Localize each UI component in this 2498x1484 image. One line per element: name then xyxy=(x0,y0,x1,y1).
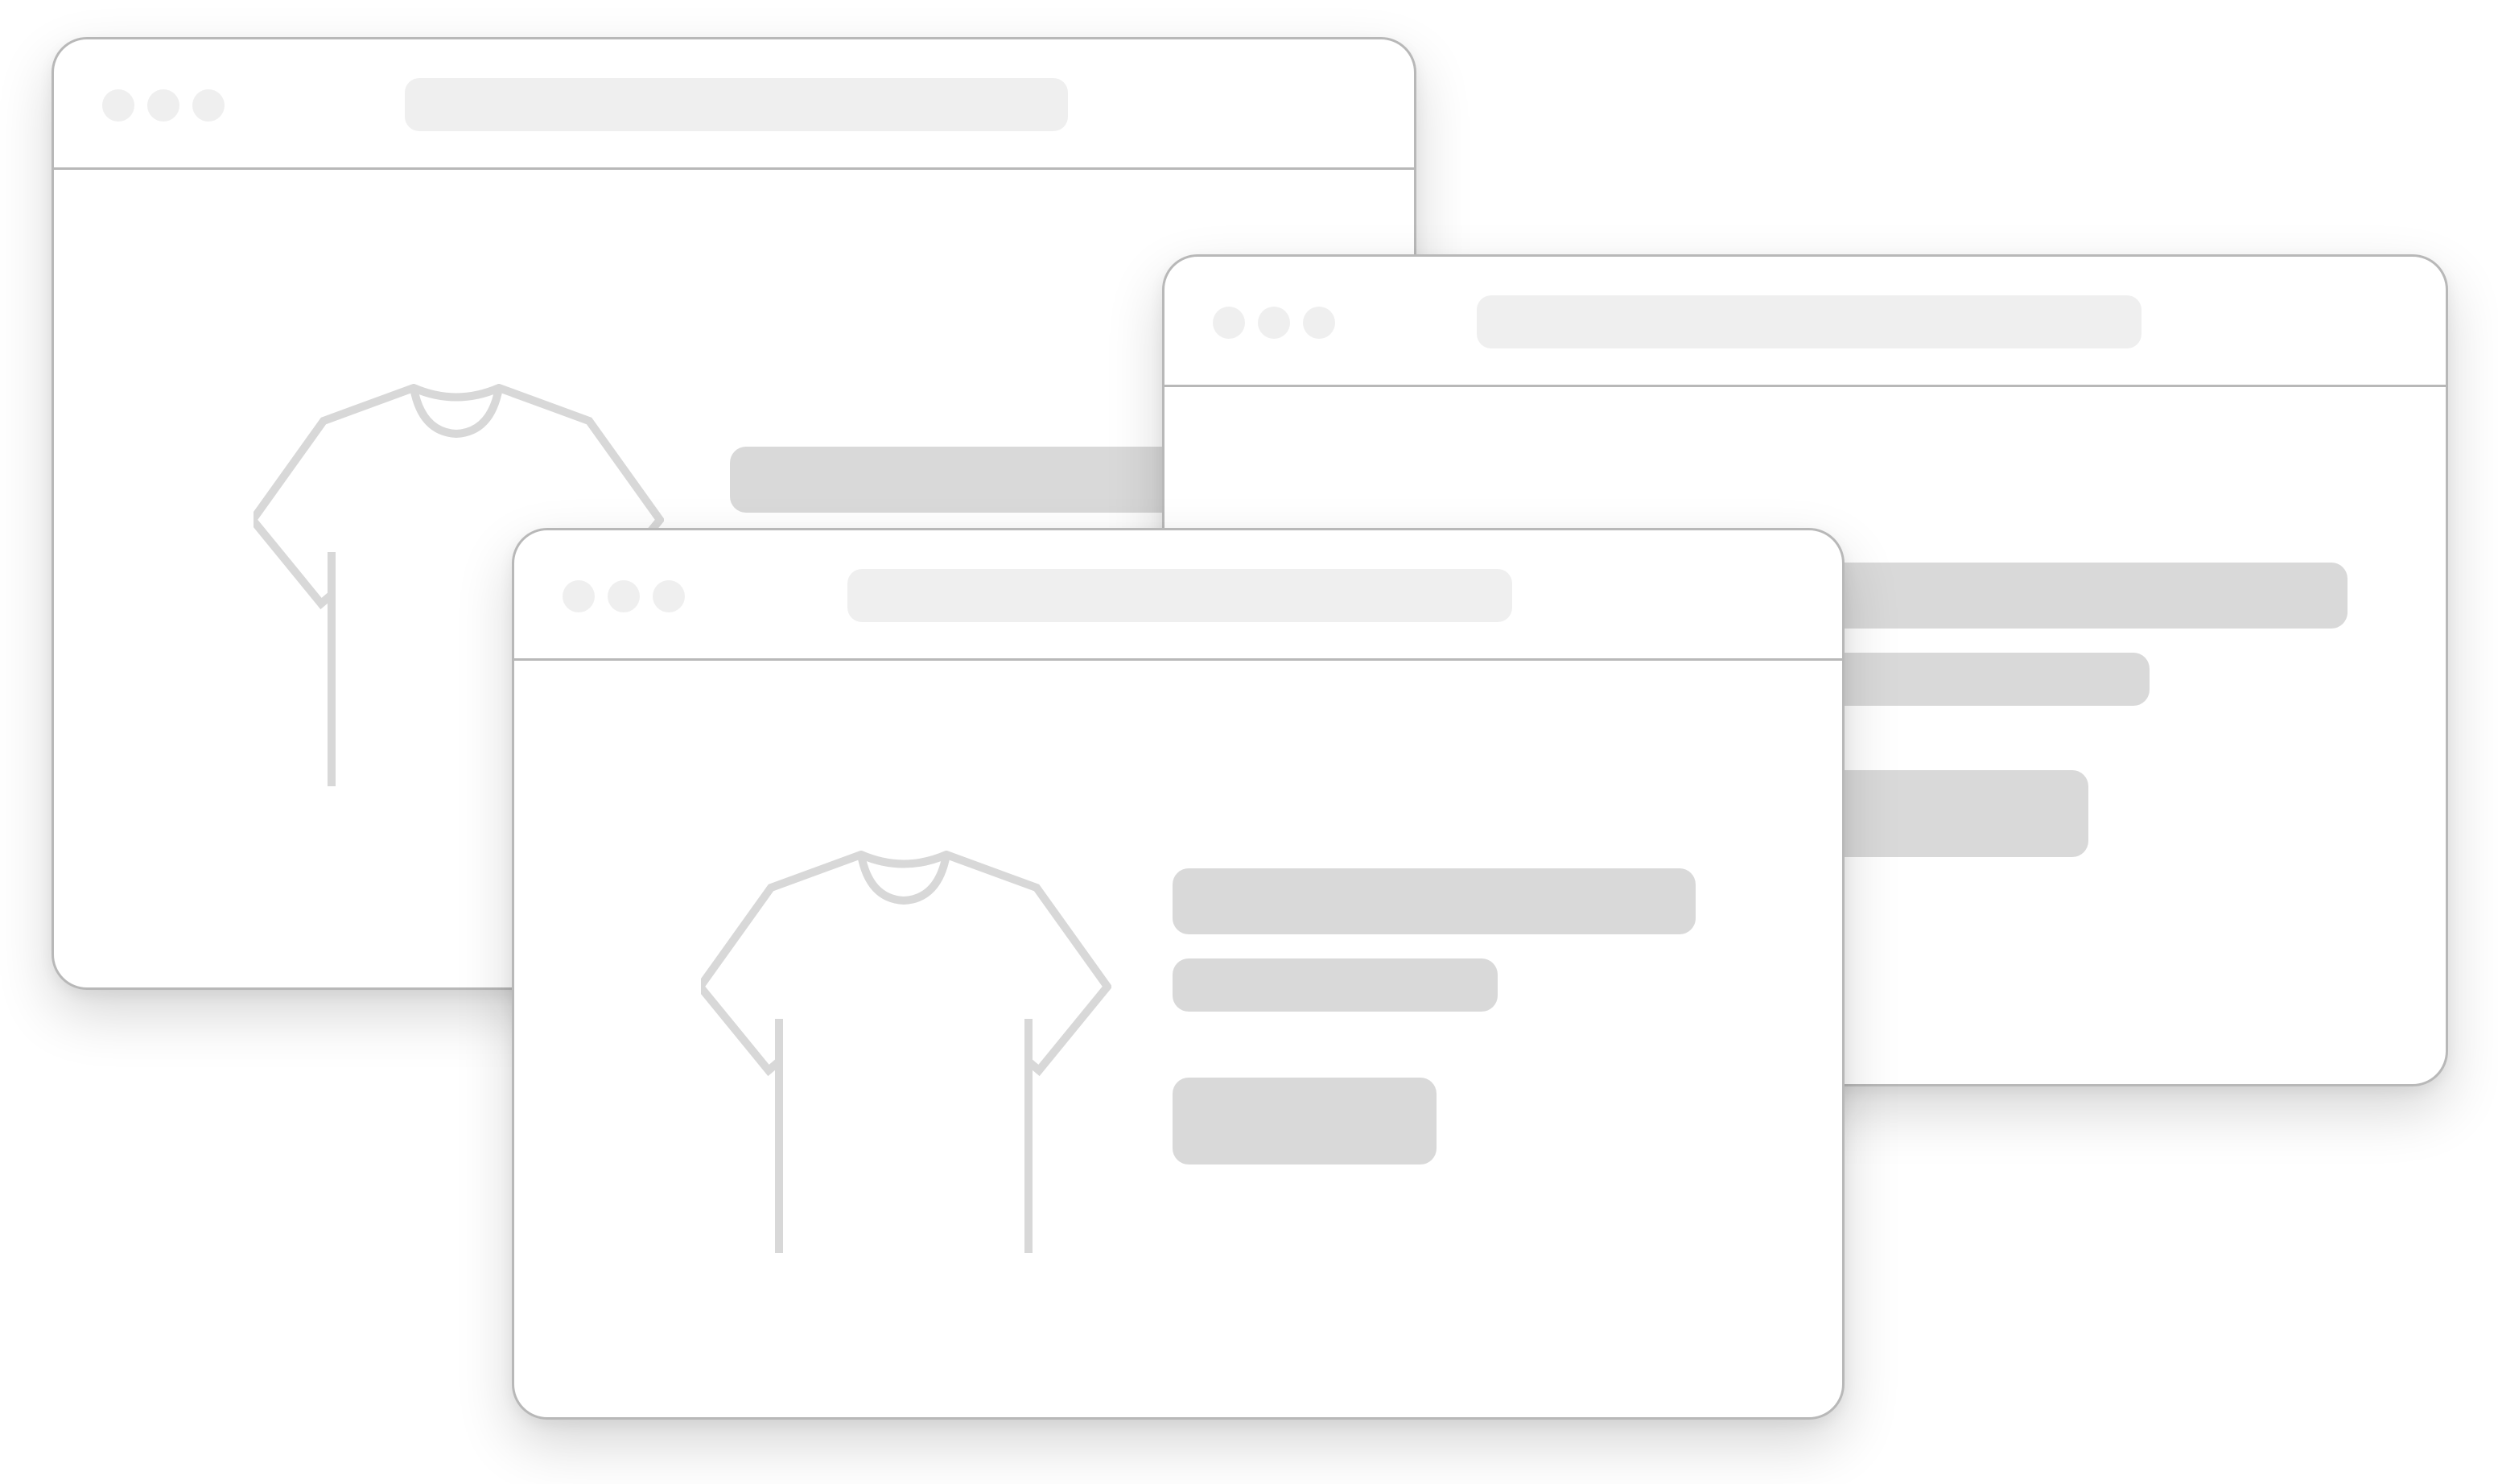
product-title-placeholder xyxy=(1173,868,1696,934)
product-title-placeholder xyxy=(1824,563,2348,629)
browser-window-front xyxy=(512,528,1845,1420)
window-minimize-dot[interactable] xyxy=(147,89,179,122)
address-bar[interactable] xyxy=(847,569,1512,622)
window-close-dot[interactable] xyxy=(563,580,595,612)
tshirt-icon xyxy=(701,851,1111,1253)
window-titlebar xyxy=(54,39,1414,170)
window-maximize-dot[interactable] xyxy=(653,580,685,612)
window-titlebar xyxy=(1164,257,2446,387)
product-price-placeholder xyxy=(1173,958,1498,1012)
window-maximize-dot[interactable] xyxy=(1303,307,1335,339)
window-maximize-dot[interactable] xyxy=(192,89,225,122)
add-to-cart-button-placeholder[interactable] xyxy=(1173,1078,1437,1165)
window-minimize-dot[interactable] xyxy=(608,580,640,612)
window-close-dot[interactable] xyxy=(1213,307,1245,339)
window-close-dot[interactable] xyxy=(102,89,134,122)
window-titlebar xyxy=(514,530,1842,661)
product-price-placeholder xyxy=(1824,653,2150,706)
address-bar[interactable] xyxy=(405,78,1068,131)
add-to-cart-button-placeholder[interactable] xyxy=(1824,770,2088,857)
address-bar[interactable] xyxy=(1477,295,2141,348)
window-minimize-dot[interactable] xyxy=(1258,307,1290,339)
product-page-content xyxy=(514,661,1842,1417)
